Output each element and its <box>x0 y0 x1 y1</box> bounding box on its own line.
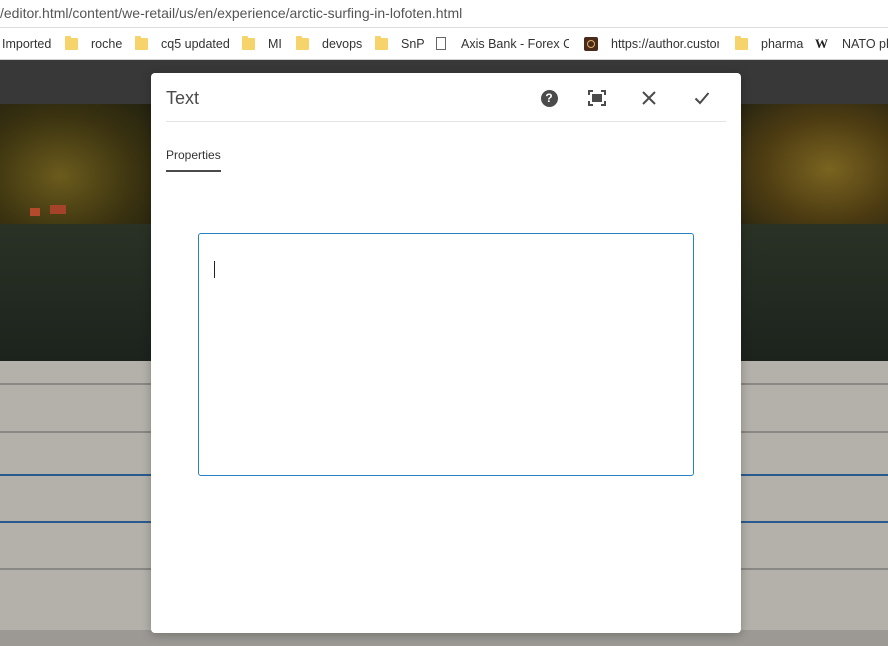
bookmark-imported[interactable]: Imported <box>2 37 51 51</box>
fullscreen-icon[interactable] <box>586 87 608 109</box>
bookmark-cq5-updated[interactable]: cq5 updated <box>161 37 230 51</box>
bookmark-nato[interactable]: NATO ph <box>842 37 888 51</box>
text-cursor <box>214 261 215 278</box>
address-bar[interactable]: /editor.html/content/we-retail/us/en/exp… <box>0 0 888 28</box>
bookmark-axis-bank[interactable]: Axis Bank - Forex Ca <box>461 37 569 51</box>
header-divider <box>166 121 726 122</box>
hillside-left <box>0 104 151 224</box>
page-icon <box>436 37 446 50</box>
hillside-right <box>741 104 888 234</box>
bookmark-roche[interactable]: roche <box>91 37 122 51</box>
url-text[interactable]: /editor.html/content/we-retail/us/en/exp… <box>0 5 462 21</box>
text-dialog: Text ? Properties <box>151 73 741 633</box>
house <box>30 208 40 216</box>
checkmark-icon[interactable] <box>691 87 713 109</box>
folder-icon <box>735 36 748 50</box>
tab-properties[interactable]: Properties <box>166 148 221 172</box>
bookmark-mi[interactable]: MI <box>268 37 282 51</box>
site-icon <box>584 37 598 51</box>
help-glyph: ? <box>540 89 558 107</box>
bookmark-author-custor[interactable]: https://author.custor <box>611 37 719 51</box>
house <box>50 205 66 214</box>
wikipedia-icon: W <box>815 36 828 51</box>
bookmark-pharma[interactable]: pharma <box>761 37 803 51</box>
folder-icon <box>135 36 148 50</box>
rich-text-editor[interactable] <box>198 233 694 476</box>
bookmarks-bar: Imported roche cq5 updated MI devops SnP… <box>0 28 888 60</box>
folder-icon <box>65 36 78 50</box>
folder-icon <box>242 36 255 50</box>
folder-icon <box>296 36 309 50</box>
folder-icon <box>375 36 388 50</box>
bookmark-devops[interactable]: devops <box>322 37 362 51</box>
dialog-title: Text <box>166 88 200 108</box>
help-icon[interactable]: ? <box>538 87 560 109</box>
bookmark-snp[interactable]: SnP <box>401 37 425 51</box>
close-icon[interactable] <box>638 87 660 109</box>
